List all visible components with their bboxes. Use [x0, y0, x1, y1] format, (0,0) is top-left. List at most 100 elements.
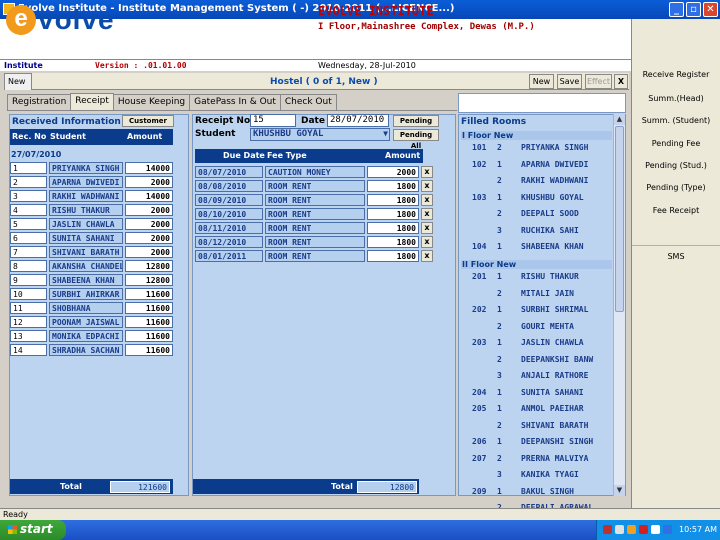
rec-no-cell[interactable]: 11	[10, 302, 47, 314]
tray-volume-icon[interactable]	[615, 525, 624, 534]
student-cell[interactable]: SHRADHA SACHAN	[49, 344, 123, 356]
pending-stud-button[interactable]: Pending (Stud.)	[632, 155, 720, 177]
tray-security-icon[interactable]	[651, 525, 660, 534]
due-date-cell[interactable]: 08/09/2010	[195, 194, 263, 206]
amount-cell[interactable]: 11600	[125, 344, 173, 356]
scroll-up-icon[interactable]: ▲	[614, 114, 625, 125]
tray-update-icon[interactable]	[663, 525, 672, 534]
close-window-button[interactable]: ✕	[703, 2, 718, 17]
fee-amount-input[interactable]: 1800	[367, 194, 419, 206]
fee-type-cell[interactable]: ROOM RENT	[265, 194, 365, 206]
receipt-date-input[interactable]: 28/07/2010	[327, 114, 389, 127]
fee-type-cell[interactable]: CAUTION MONEY	[265, 166, 365, 178]
rec-no-cell[interactable]: 7	[10, 246, 47, 258]
remove-fee-button[interactable]: x	[421, 222, 433, 234]
receipt-no-input[interactable]: 15	[250, 114, 296, 127]
tab-gatepass[interactable]: GatePass In & Out	[189, 94, 281, 110]
fee-amount-input[interactable]: 1800	[367, 236, 419, 248]
amount-cell[interactable]: 2000	[125, 204, 173, 216]
fee-amount-input[interactable]: 1800	[367, 250, 419, 262]
close-module-button[interactable]: X	[614, 74, 628, 89]
due-date-cell[interactable]: 08/01/2011	[195, 250, 263, 262]
student-cell[interactable]: PRIYANKA SINGH	[49, 162, 123, 174]
chevron-down-icon[interactable]: ▼	[383, 129, 388, 138]
rec-no-cell[interactable]: 10	[10, 288, 47, 300]
tab-house-keeping[interactable]: House Keeping	[112, 94, 191, 110]
save-button[interactable]: Save	[557, 74, 582, 89]
tray-antivirus-icon[interactable]	[639, 525, 648, 534]
customer-button[interactable]: Customer	[122, 115, 174, 127]
fee-amount-input[interactable]: 2000	[367, 166, 419, 178]
due-date-cell[interactable]: 08/07/2010	[195, 166, 263, 178]
tab-receipt[interactable]: Receipt	[70, 93, 114, 110]
pending-all-button[interactable]: Pending All	[393, 129, 439, 150]
fee-amount-input[interactable]: 1800	[367, 208, 419, 220]
remove-fee-button[interactable]: x	[421, 194, 433, 206]
fee-type-cell[interactable]: ROOM RENT	[265, 208, 365, 220]
module-tab-new[interactable]: New	[4, 73, 32, 90]
student-cell[interactable]: APARNA DWIVEDI	[49, 176, 123, 188]
amount-cell[interactable]: 11600	[125, 288, 173, 300]
rec-no-cell[interactable]: 5	[10, 218, 47, 230]
fee-type-cell[interactable]: ROOM RENT	[265, 222, 365, 234]
sms-button[interactable]: SMS	[632, 245, 720, 267]
tray-network-icon[interactable]	[603, 525, 612, 534]
fee-receipt-button[interactable]: Fee Receipt	[632, 200, 720, 222]
fee-amount-input[interactable]: 1800	[367, 180, 419, 192]
rec-no-cell[interactable]: 3	[10, 190, 47, 202]
student-cell[interactable]: AKANSHA CHANDEL	[49, 260, 123, 272]
student-cell[interactable]: SUNITA SAHANI	[49, 232, 123, 244]
fee-type-cell[interactable]: ROOM RENT	[265, 180, 365, 192]
maximize-button[interactable]: ▫	[686, 2, 701, 17]
pending-button[interactable]: Pending	[393, 115, 439, 127]
rooms-scrollbar[interactable]: ▲ ▼	[613, 114, 625, 496]
student-cell[interactable]: MONIKA EDPACHI	[49, 330, 123, 342]
new-button[interactable]: New	[529, 74, 554, 89]
amount-cell[interactable]: 12800	[125, 260, 173, 272]
rec-no-cell[interactable]: 8	[10, 260, 47, 272]
pending-fee-button[interactable]: Pending Fee	[632, 133, 720, 155]
pending-type-button[interactable]: Pending (Type)	[632, 177, 720, 199]
remove-fee-button[interactable]: x	[421, 180, 433, 192]
amount-cell[interactable]: 11600	[125, 302, 173, 314]
amount-cell[interactable]: 14000	[125, 162, 173, 174]
student-cell[interactable]: SHOBHANA	[49, 302, 123, 314]
amount-cell[interactable]: 12800	[125, 274, 173, 286]
rec-no-cell[interactable]: 9	[10, 274, 47, 286]
scroll-thumb[interactable]	[615, 126, 624, 312]
amount-cell[interactable]: 2000	[125, 218, 173, 230]
remove-fee-button[interactable]: x	[421, 208, 433, 220]
scroll-down-icon[interactable]: ▼	[614, 485, 625, 496]
amount-cell[interactable]: 14000	[125, 190, 173, 202]
amount-cell[interactable]: 2000	[125, 246, 173, 258]
remove-fee-button[interactable]: x	[421, 250, 433, 262]
rec-no-cell[interactable]: 1	[10, 162, 47, 174]
student-cell[interactable]: RAKHI WADHWANI	[49, 190, 123, 202]
amount-cell[interactable]: 2000	[125, 176, 173, 188]
rec-no-cell[interactable]: 14	[10, 344, 47, 356]
student-cell[interactable]: RISHU THAKUR	[49, 204, 123, 216]
receive-register-button[interactable]: Receive Register	[632, 64, 720, 86]
due-date-cell[interactable]: 08/08/2010	[195, 180, 263, 192]
tab-registration[interactable]: Registration	[7, 94, 72, 110]
amount-cell[interactable]: 11600	[125, 330, 173, 342]
summ-student-button[interactable]: Summ. (Student)	[632, 110, 720, 132]
student-cell[interactable]: SURBHI AHIRKAR	[49, 288, 123, 300]
rec-no-cell[interactable]: 12	[10, 316, 47, 328]
tray-app-icon[interactable]	[627, 525, 636, 534]
rec-no-cell[interactable]: 2	[10, 176, 47, 188]
student-select[interactable]: KHUSHBU GOYAL ▼	[250, 128, 390, 141]
remove-fee-button[interactable]: x	[421, 236, 433, 248]
rec-no-cell[interactable]: 13	[10, 330, 47, 342]
fee-type-cell[interactable]: ROOM RENT	[265, 236, 365, 248]
due-date-cell[interactable]: 08/11/2010	[195, 222, 263, 234]
due-date-cell[interactable]: 08/12/2010	[195, 236, 263, 248]
remove-fee-button[interactable]: x	[421, 166, 433, 178]
amount-cell[interactable]: 11600	[125, 316, 173, 328]
student-cell[interactable]: JASLIN CHAWLA	[49, 218, 123, 230]
summ-head-button[interactable]: Summ.(Head)	[632, 88, 720, 110]
student-cell[interactable]: POONAM JAISWAL	[49, 316, 123, 328]
rec-no-cell[interactable]: 4	[10, 204, 47, 216]
student-cell[interactable]: SHABEENA KHAN	[49, 274, 123, 286]
start-button[interactable]: start	[0, 520, 66, 540]
